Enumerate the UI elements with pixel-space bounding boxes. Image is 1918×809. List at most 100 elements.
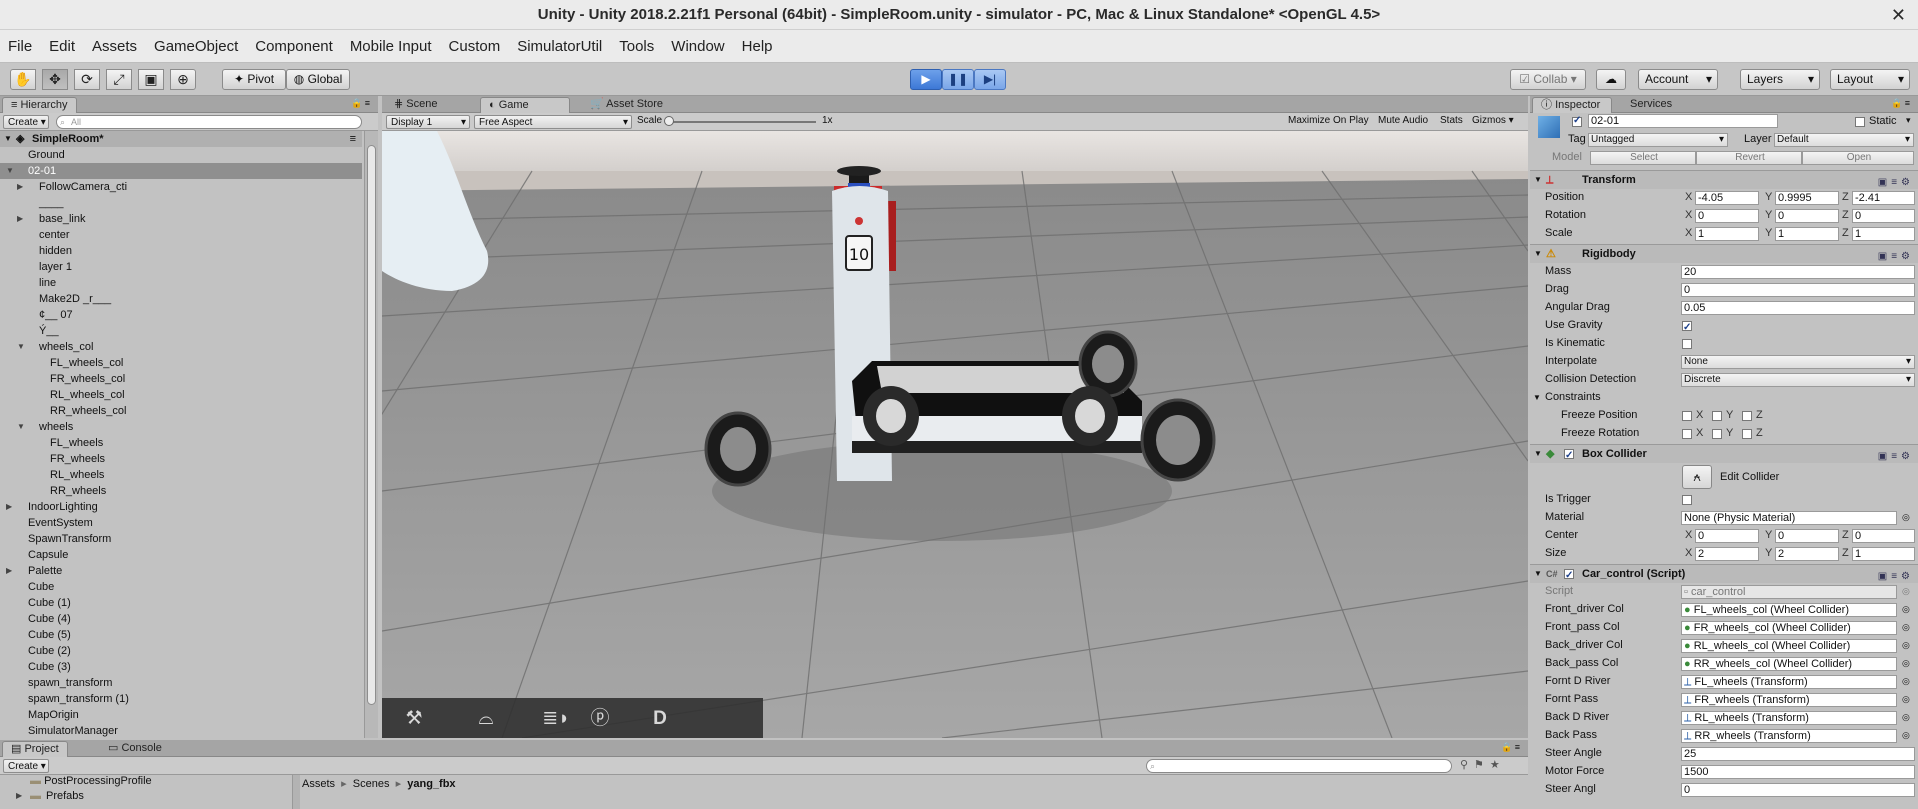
hierarchy-search-input[interactable]: ⌕ All	[56, 115, 362, 129]
object-picker-icon[interactable]: ◎	[1902, 673, 1910, 690]
scale-tool-icon[interactable]: ⤢	[106, 69, 132, 90]
transform-z-field[interactable]: -2.41	[1852, 191, 1915, 205]
object-reference-field[interactable]: ● FL_wheels_col (Wheel Collider)	[1681, 603, 1897, 617]
object-reference-field[interactable]: ⟂ FR_wheels (Transform)	[1681, 693, 1897, 707]
menu-file[interactable]: File	[8, 38, 32, 55]
close-icon[interactable]: ✕	[1891, 0, 1906, 30]
object-picker-icon[interactable]: ◎	[1902, 655, 1910, 672]
tab-services[interactable]: Services	[1622, 97, 1680, 113]
hierarchy-item[interactable]: FR_wheels	[0, 451, 362, 467]
tab-inspector[interactable]: ⓘ Inspector	[1532, 97, 1612, 113]
active-checkbox[interactable]	[1572, 115, 1582, 127]
gizmos-dropdown[interactable]: Gizmos ▾	[1472, 115, 1514, 126]
menu-mobile-input[interactable]: Mobile Input	[350, 38, 432, 55]
hierarchy-item[interactable]: FL_wheels_col	[0, 355, 362, 371]
hierarchy-item[interactable]: ▶ FollowCamera_cti	[0, 179, 362, 195]
expand-arrow-icon[interactable]: ▶	[16, 788, 22, 804]
project-create-dropdown[interactable]: Create ▾	[3, 759, 49, 773]
size-x-field[interactable]: 2	[1695, 547, 1759, 561]
wrench-icon[interactable]: ⚒	[394, 707, 434, 731]
edit-collider-icon[interactable]: ⍲	[1682, 465, 1712, 489]
hierarchy-item[interactable]: Cube (2)	[0, 643, 362, 659]
expand-arrow-icon[interactable]: ▼	[4, 131, 12, 147]
tab-project[interactable]: ▤ Project	[2, 741, 68, 757]
drag-field[interactable]: 0	[1681, 283, 1915, 297]
expand-arrow-icon[interactable]: ▼	[17, 419, 25, 435]
freeze-pos-z-checkbox[interactable]	[1742, 411, 1752, 421]
transform-y-field[interactable]: 0	[1775, 209, 1839, 223]
hierarchy-item[interactable]: RL_wheels	[0, 467, 362, 483]
size-y-field[interactable]: 2	[1775, 547, 1839, 561]
tag-dropdown[interactable]: Untagged ▾	[1588, 133, 1728, 147]
project-splitter[interactable]	[292, 775, 300, 809]
expand-arrow-icon[interactable]: ▼	[1534, 171, 1542, 189]
car-control-enabled-checkbox[interactable]	[1564, 567, 1574, 585]
tab-scene[interactable]: ⋕ Scene	[386, 97, 445, 113]
expand-arrow-icon[interactable]: ▼	[1534, 565, 1542, 583]
car-control-header[interactable]: ▼ C# Car_control (Script) ▣≡⚙	[1530, 564, 1918, 585]
hierarchy-item[interactable]: line	[0, 275, 362, 291]
game-viewport[interactable]: 10 ⚒ ⌓ ≣◗ ⓟ D	[382, 131, 1528, 738]
model-open-button[interactable]: Open	[1802, 151, 1914, 165]
freeze-rot-y-checkbox[interactable]	[1712, 429, 1722, 439]
interpolate-dropdown[interactable]: None ▾	[1681, 355, 1915, 369]
angular-drag-field[interactable]: 0.05	[1681, 301, 1915, 315]
use-gravity-checkbox[interactable]	[1682, 319, 1692, 336]
wiper-icon[interactable]: ⌓	[466, 707, 506, 731]
transform-z-field[interactable]: 1	[1852, 227, 1915, 241]
hierarchy-item[interactable]: ▶ base_link	[0, 211, 362, 227]
transform-x-field[interactable]: -4.05	[1695, 191, 1759, 205]
expand-arrow-icon[interactable]: ▶	[6, 563, 12, 579]
model-select-button[interactable]: Select	[1590, 151, 1696, 165]
center-y-field[interactable]: 0	[1775, 529, 1839, 543]
object-picker-icon[interactable]: ◎	[1902, 727, 1910, 744]
drive-gear-button[interactable]: D	[640, 707, 680, 731]
expand-arrow-icon[interactable]: ▼	[1534, 445, 1542, 463]
expand-arrow-icon[interactable]: ▶	[17, 179, 23, 195]
hierarchy-item[interactable]: spawn_transform	[0, 675, 362, 691]
hierarchy-item[interactable]: hidden	[0, 243, 362, 259]
hierarchy-item[interactable]: Ý__	[0, 323, 362, 339]
model-revert-button[interactable]: Revert	[1696, 151, 1802, 165]
hierarchy-item[interactable]: MapOrigin	[0, 707, 362, 723]
expand-arrow-icon[interactable]: ▼	[1534, 245, 1542, 263]
freeze-rot-x-checkbox[interactable]	[1682, 429, 1692, 439]
freeze-rot-z-checkbox[interactable]	[1742, 429, 1752, 439]
collab-button[interactable]: ☑ Collab ▾	[1510, 69, 1586, 90]
is-trigger-checkbox[interactable]	[1682, 495, 1692, 505]
headlight-icon[interactable]: ≣◗	[536, 707, 576, 731]
pause-button[interactable]: ❚❚	[942, 69, 974, 90]
object-reference-field[interactable]: ⟂ RR_wheels (Transform)	[1681, 729, 1897, 743]
move-tool-icon[interactable]: ✥	[42, 69, 68, 90]
hierarchy-item[interactable]: spawn_transform (1)	[0, 691, 362, 707]
hand-tool-icon[interactable]: ✋	[10, 69, 36, 90]
menu-simulatorutil[interactable]: SimulatorUtil	[517, 38, 602, 55]
hierarchy-item[interactable]: ¢__ 07	[0, 307, 362, 323]
menu-edit[interactable]: Edit	[49, 38, 75, 55]
hierarchy-item[interactable]: Cube (1)	[0, 595, 362, 611]
create-dropdown[interactable]: Create ▾	[3, 115, 49, 129]
box-collider-enabled-checkbox[interactable]	[1564, 447, 1574, 465]
scene-header[interactable]: ▼ ◈ SimpleRoom* ≡	[0, 131, 362, 147]
tab-asset-store[interactable]: 🛒 Asset Store	[582, 97, 671, 113]
static-checkbox[interactable]	[1855, 117, 1865, 127]
mute-audio-toggle[interactable]: Mute Audio	[1378, 115, 1428, 126]
breadcrumb-current[interactable]: yang_fbx	[407, 778, 455, 790]
transform-y-field[interactable]: 0.9995	[1775, 191, 1839, 205]
chevron-down-icon[interactable]: ▾	[1906, 115, 1911, 126]
menu-icon[interactable]: 🔒 ≡	[1891, 98, 1910, 109]
expand-arrow-icon[interactable]: ▶	[6, 499, 12, 515]
menu-help[interactable]: Help	[742, 38, 773, 55]
hierarchy-scrollbar[interactable]	[364, 131, 378, 738]
breadcrumb-assets[interactable]: Assets	[302, 778, 335, 790]
menu-component[interactable]: Component	[255, 38, 333, 55]
hierarchy-item[interactable]: ____	[0, 195, 362, 211]
menu-icon[interactable]: 🔒 ≡	[351, 98, 370, 109]
transform-x-field[interactable]: 0	[1695, 209, 1759, 223]
object-picker-icon[interactable]: ◎	[1902, 637, 1910, 654]
hierarchy-item[interactable]: RR_wheels_col	[0, 403, 362, 419]
hierarchy-item[interactable]: center	[0, 227, 362, 243]
menu-window[interactable]: Window	[671, 38, 724, 55]
motor-force-field[interactable]: 1500	[1681, 765, 1915, 779]
transform-z-field[interactable]: 0	[1852, 209, 1915, 223]
